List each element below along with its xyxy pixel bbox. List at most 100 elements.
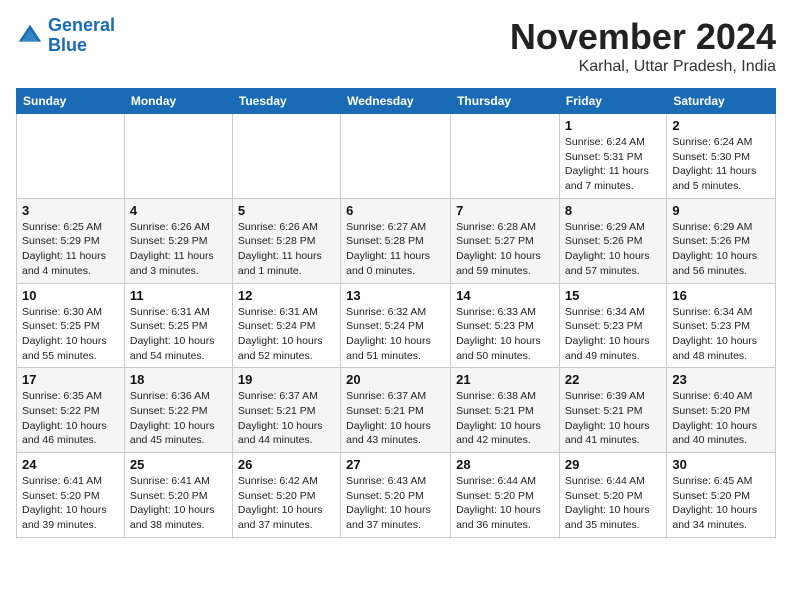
day-number: 18 xyxy=(130,372,227,387)
calendar-week-row: 10Sunrise: 6:30 AM Sunset: 5:25 PM Dayli… xyxy=(17,283,776,368)
calendar-cell: 13 Sunrise: 6:32 AM Sunset: 5:24 PM Dayli… xyxy=(341,283,451,368)
day-number: 3 xyxy=(22,203,119,218)
calendar-cell: 18 Sunrise: 6:36 AM Sunset: 5:22 PM Dayli… xyxy=(124,368,232,453)
day-detail: Sunrise: 6:40 AM Sunset: 5:20 PM Dayligh… xyxy=(672,389,770,448)
day-number: 19 xyxy=(238,372,335,387)
calendar-cell: 10Sunrise: 6:30 AM Sunset: 5:25 PM Dayli… xyxy=(17,283,125,368)
logo-line1: General xyxy=(48,15,115,35)
day-detail: Sunrise: 6:45 AM Sunset: 5:20 PM Dayligh… xyxy=(672,474,770,533)
day-number: 1 xyxy=(565,118,661,133)
day-detail: Sunrise: 6:32 AM Sunset: 5:24 PM Dayligh… xyxy=(346,305,445,364)
calendar-cell: 23Sunrise: 6:40 AM Sunset: 5:20 PM Dayli… xyxy=(667,368,776,453)
day-detail: Sunrise: 6:41 AM Sunset: 5:20 PM Dayligh… xyxy=(130,474,227,533)
calendar-cell: 24 Sunrise: 6:41 AM Sunset: 5:20 PM Dayli… xyxy=(17,453,125,538)
day-number: 9 xyxy=(672,203,770,218)
month-title: November 2024 xyxy=(510,16,776,58)
calendar-cell: 25Sunrise: 6:41 AM Sunset: 5:20 PM Dayli… xyxy=(124,453,232,538)
calendar-cell: 22Sunrise: 6:39 AM Sunset: 5:21 PM Dayli… xyxy=(559,368,666,453)
weekday-header-cell: Sunday xyxy=(17,89,125,114)
calendar-cell: 14 Sunrise: 6:33 AM Sunset: 5:23 PM Dayli… xyxy=(451,283,560,368)
calendar-body: 1Sunrise: 6:24 AM Sunset: 5:31 PM Daylig… xyxy=(17,114,776,538)
day-detail: Sunrise: 6:29 AM Sunset: 5:26 PM Dayligh… xyxy=(565,220,661,279)
day-detail: Sunrise: 6:28 AM Sunset: 5:27 PM Dayligh… xyxy=(456,220,554,279)
calendar-week-row: 3 Sunrise: 6:25 AM Sunset: 5:29 PM Daylig… xyxy=(17,198,776,283)
weekday-header-cell: Saturday xyxy=(667,89,776,114)
logo: General Blue xyxy=(16,16,115,56)
day-detail: Sunrise: 6:26 AM Sunset: 5:29 PM Dayligh… xyxy=(130,220,227,279)
day-number: 7 xyxy=(456,203,554,218)
day-detail: Sunrise: 6:25 AM Sunset: 5:29 PM Dayligh… xyxy=(22,220,119,279)
day-number: 12 xyxy=(238,288,335,303)
day-number: 15 xyxy=(565,288,661,303)
calendar-cell: 4 Sunrise: 6:26 AM Sunset: 5:29 PM Daylig… xyxy=(124,198,232,283)
calendar-cell: 11 Sunrise: 6:31 AM Sunset: 5:25 PM Dayli… xyxy=(124,283,232,368)
day-detail: Sunrise: 6:31 AM Sunset: 5:24 PM Dayligh… xyxy=(238,305,335,364)
day-detail: Sunrise: 6:34 AM Sunset: 5:23 PM Dayligh… xyxy=(672,305,770,364)
day-detail: Sunrise: 6:31 AM Sunset: 5:25 PM Dayligh… xyxy=(130,305,227,364)
day-number: 4 xyxy=(130,203,227,218)
day-number: 14 xyxy=(456,288,554,303)
calendar-cell: 30 Sunrise: 6:45 AM Sunset: 5:20 PM Dayli… xyxy=(667,453,776,538)
calendar-cell: 15 Sunrise: 6:34 AM Sunset: 5:23 PM Dayli… xyxy=(559,283,666,368)
day-number: 5 xyxy=(238,203,335,218)
calendar-week-row: 1Sunrise: 6:24 AM Sunset: 5:31 PM Daylig… xyxy=(17,114,776,199)
calendar-cell xyxy=(451,114,560,199)
calendar-cell: 28 Sunrise: 6:44 AM Sunset: 5:20 PM Dayli… xyxy=(451,453,560,538)
calendar-cell: 21 Sunrise: 6:38 AM Sunset: 5:21 PM Dayli… xyxy=(451,368,560,453)
calendar-cell xyxy=(124,114,232,199)
calendar-cell: 27Sunrise: 6:43 AM Sunset: 5:20 PM Dayli… xyxy=(341,453,451,538)
day-number: 13 xyxy=(346,288,445,303)
title-block: November 2024 Karhal, Uttar Pradesh, Ind… xyxy=(510,16,776,76)
calendar-cell: 7 Sunrise: 6:28 AM Sunset: 5:27 PM Daylig… xyxy=(451,198,560,283)
weekday-header-cell: Thursday xyxy=(451,89,560,114)
calendar-cell: 3 Sunrise: 6:25 AM Sunset: 5:29 PM Daylig… xyxy=(17,198,125,283)
day-detail: Sunrise: 6:24 AM Sunset: 5:30 PM Dayligh… xyxy=(672,135,770,194)
day-number: 21 xyxy=(456,372,554,387)
calendar-cell: 5 Sunrise: 6:26 AM Sunset: 5:28 PM Daylig… xyxy=(232,198,340,283)
day-detail: Sunrise: 6:36 AM Sunset: 5:22 PM Dayligh… xyxy=(130,389,227,448)
day-number: 16 xyxy=(672,288,770,303)
day-number: 29 xyxy=(565,457,661,472)
weekday-header-cell: Tuesday xyxy=(232,89,340,114)
day-detail: Sunrise: 6:42 AM Sunset: 5:20 PM Dayligh… xyxy=(238,474,335,533)
day-detail: Sunrise: 6:37 AM Sunset: 5:21 PM Dayligh… xyxy=(238,389,335,448)
calendar-cell: 8Sunrise: 6:29 AM Sunset: 5:26 PM Daylig… xyxy=(559,198,666,283)
calendar-cell xyxy=(341,114,451,199)
day-number: 17 xyxy=(22,372,119,387)
day-number: 28 xyxy=(456,457,554,472)
day-detail: Sunrise: 6:35 AM Sunset: 5:22 PM Dayligh… xyxy=(22,389,119,448)
calendar-cell: 26 Sunrise: 6:42 AM Sunset: 5:20 PM Dayli… xyxy=(232,453,340,538)
day-number: 10 xyxy=(22,288,119,303)
day-detail: Sunrise: 6:33 AM Sunset: 5:23 PM Dayligh… xyxy=(456,305,554,364)
day-number: 30 xyxy=(672,457,770,472)
calendar-week-row: 17 Sunrise: 6:35 AM Sunset: 5:22 PM Dayli… xyxy=(17,368,776,453)
day-detail: Sunrise: 6:44 AM Sunset: 5:20 PM Dayligh… xyxy=(565,474,661,533)
weekday-header-row: SundayMondayTuesdayWednesdayThursdayFrid… xyxy=(17,89,776,114)
logo-line2: Blue xyxy=(48,35,87,55)
day-detail: Sunrise: 6:27 AM Sunset: 5:28 PM Dayligh… xyxy=(346,220,445,279)
day-number: 11 xyxy=(130,288,227,303)
day-detail: Sunrise: 6:44 AM Sunset: 5:20 PM Dayligh… xyxy=(456,474,554,533)
calendar-week-row: 24 Sunrise: 6:41 AM Sunset: 5:20 PM Dayli… xyxy=(17,453,776,538)
day-detail: Sunrise: 6:26 AM Sunset: 5:28 PM Dayligh… xyxy=(238,220,335,279)
day-detail: Sunrise: 6:38 AM Sunset: 5:21 PM Dayligh… xyxy=(456,389,554,448)
calendar-cell xyxy=(17,114,125,199)
day-detail: Sunrise: 6:37 AM Sunset: 5:21 PM Dayligh… xyxy=(346,389,445,448)
calendar-cell: 6 Sunrise: 6:27 AM Sunset: 5:28 PM Daylig… xyxy=(341,198,451,283)
day-number: 26 xyxy=(238,457,335,472)
day-number: 2 xyxy=(672,118,770,133)
logo-icon xyxy=(16,22,44,50)
calendar-cell: 12 Sunrise: 6:31 AM Sunset: 5:24 PM Dayli… xyxy=(232,283,340,368)
calendar-table: SundayMondayTuesdayWednesdayThursdayFrid… xyxy=(16,88,776,538)
day-number: 20 xyxy=(346,372,445,387)
day-detail: Sunrise: 6:41 AM Sunset: 5:20 PM Dayligh… xyxy=(22,474,119,533)
weekday-header-cell: Friday xyxy=(559,89,666,114)
calendar-cell: 1Sunrise: 6:24 AM Sunset: 5:31 PM Daylig… xyxy=(559,114,666,199)
day-detail: Sunrise: 6:39 AM Sunset: 5:21 PM Dayligh… xyxy=(565,389,661,448)
day-detail: Sunrise: 6:34 AM Sunset: 5:23 PM Dayligh… xyxy=(565,305,661,364)
day-number: 24 xyxy=(22,457,119,472)
day-number: 27 xyxy=(346,457,445,472)
calendar-cell: 29 Sunrise: 6:44 AM Sunset: 5:20 PM Dayli… xyxy=(559,453,666,538)
day-number: 6 xyxy=(346,203,445,218)
calendar-cell: 9Sunrise: 6:29 AM Sunset: 5:26 PM Daylig… xyxy=(667,198,776,283)
